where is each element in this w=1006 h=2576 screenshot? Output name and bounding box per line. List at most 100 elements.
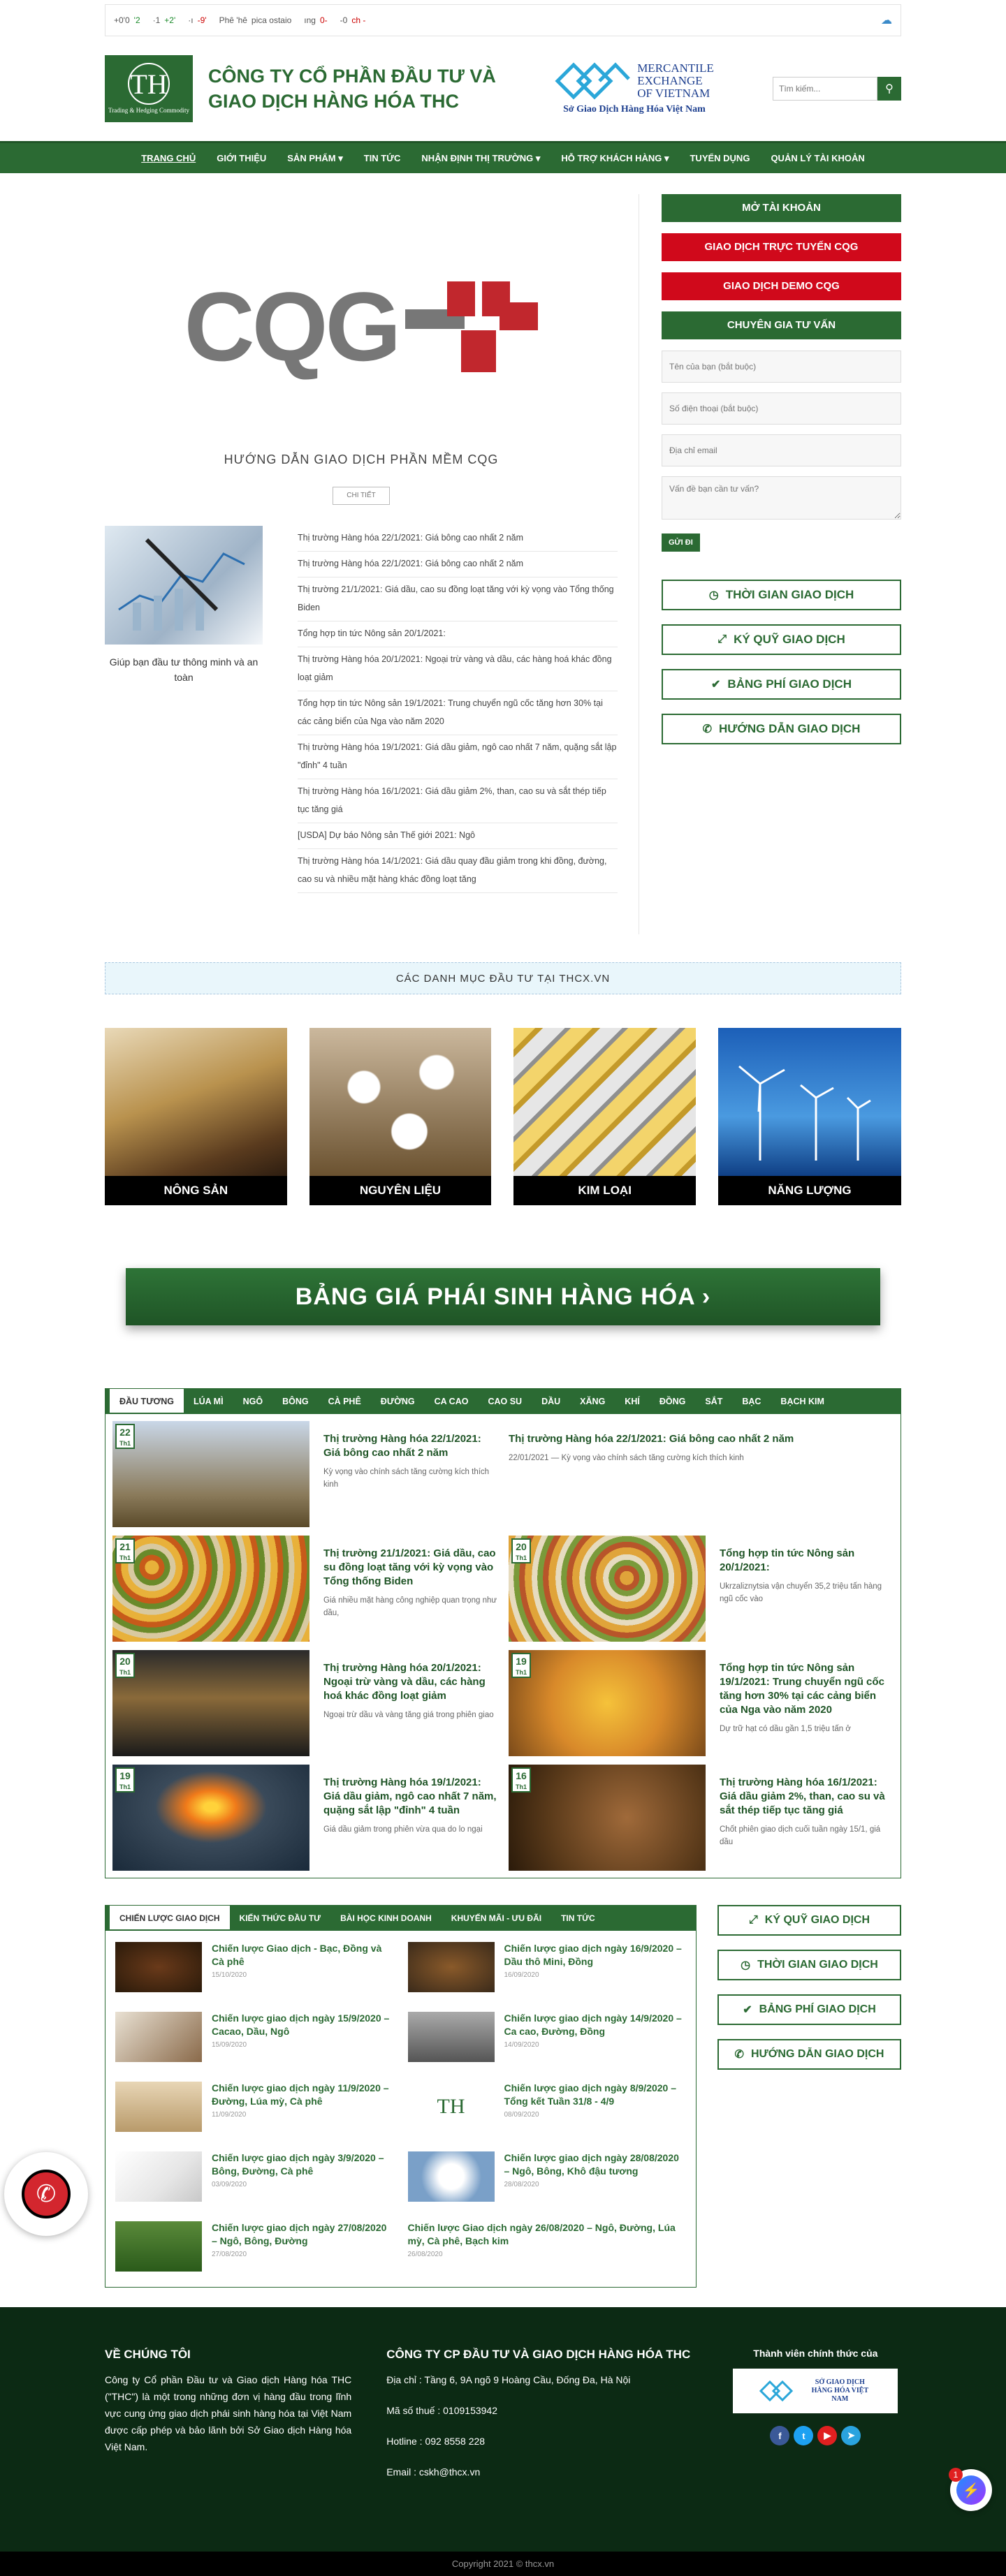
market-post[interactable]: 19 Th1 Thị trường Hàng hóa 19/1/2021: Giá…: [112, 1765, 497, 1871]
tab-cocoa[interactable]: CA CAO: [425, 1389, 479, 1414]
strategy-post[interactable]: Chiến lược giao dịch ngày 11/9/2020 – Đư…: [115, 2082, 394, 2136]
tab-knowledge[interactable]: KIẾN THỨC ĐẦU TƯ: [230, 1906, 331, 1931]
post-title[interactable]: Thị trường Hàng hóa 22/1/2021: Giá bông …: [509, 1432, 794, 1446]
category-materials[interactable]: NGUYÊN LIỆU: [309, 1028, 492, 1205]
strategy-post[interactable]: Chiến lược Giao dịch ngày 26/08/2020 – N…: [408, 2221, 687, 2276]
strategy-post[interactable]: Chiến lược giao dịch ngày 14/9/2020 – Ca…: [407, 2012, 687, 2066]
nav-item-products[interactable]: SẢN PHẨM ▾: [277, 143, 353, 173]
telegram-icon[interactable]: ➤: [841, 2426, 861, 2445]
margin-button[interactable]: ⤢ KÝ QUỸ GIAO DỊCH: [662, 624, 901, 655]
question-field[interactable]: [662, 476, 901, 520]
market-post[interactable]: 20 Th1 Thị trường Hàng hóa 20/1/2021: Ngo…: [112, 1650, 497, 1756]
cqg-banner[interactable]: CQG: [105, 194, 618, 459]
send-button[interactable]: GỬI ĐI: [662, 533, 700, 552]
cloud-icon[interactable]: ☁: [881, 13, 892, 27]
phone-field[interactable]: [662, 392, 901, 425]
nav-item-account[interactable]: QUẢN LÝ TÀI KHOẢN: [760, 143, 875, 173]
facebook-icon[interactable]: f: [770, 2426, 790, 2445]
news-item[interactable]: Thị trường Hàng hóa 14/1/2021: Giá dầu q…: [298, 849, 618, 893]
mxv-partner-logo[interactable]: SỞ GIAO DỊCH HÀNG HÓA VIỆT NAM: [733, 2369, 898, 2413]
strategy-post[interactable]: TH Chiến lược giao dịch ngày 8/9/2020 – T…: [407, 2082, 687, 2136]
market-post[interactable]: Thị trường Hàng hóa 22/1/2021: Giá bông …: [509, 1421, 894, 1527]
tab-oil[interactable]: DẦU: [532, 1389, 570, 1414]
strategy-post[interactable]: Chiến lược giao dịch ngày 27/08/2020 – N…: [115, 2221, 394, 2276]
call-button[interactable]: ✆: [4, 2152, 88, 2236]
youtube-icon[interactable]: ▶: [817, 2426, 838, 2445]
strategy-post[interactable]: Chiến lược giao dịch ngày 28/08/2020 – N…: [407, 2151, 687, 2206]
tab-cotton[interactable]: BÔNG: [272, 1389, 319, 1414]
strategy-post[interactable]: Chiến lược giao dịch ngày 15/9/2020 – Ca…: [115, 2012, 394, 2066]
strategy-post[interactable]: Chiến lược giao dịch ngày 16/9/2020 – Dầ…: [407, 1942, 687, 1996]
featured-image[interactable]: [105, 526, 263, 645]
tab-platinum[interactable]: BẠCH KIM: [771, 1389, 834, 1414]
tab-promotions[interactable]: KHUYẾN MÃI - ƯU ĐÃI: [442, 1906, 551, 1931]
news-item[interactable]: Thị trường Hàng hóa 20/1/2021: Ngoại trừ…: [298, 647, 618, 691]
post-title[interactable]: Tổng hợp tin tức Nông sản 20/1/2021:: [720, 1547, 894, 1575]
twitter-icon[interactable]: t: [794, 2426, 814, 2445]
news-item[interactable]: Tổng hợp tin tức Nông sản 19/1/2021: Tru…: [298, 691, 618, 735]
trade-online-button[interactable]: GIAO DỊCH TRỰC TUYẾN CQG: [662, 233, 901, 261]
news-item[interactable]: Thị trường Hàng hóa 22/1/2021: Giá bông …: [298, 526, 618, 552]
nav-item-support[interactable]: HỖ TRỢ KHÁCH HÀNG ▾: [551, 143, 679, 173]
brand[interactable]: TH Trading & Hedging Commodity CÔNG TY C…: [105, 55, 496, 122]
nav-item-news[interactable]: TIN TỨC: [353, 143, 411, 173]
strategy-post[interactable]: Chiến lược Giao dịch - Bạc, Đồng và Cà p…: [115, 1942, 394, 1996]
open-account-button[interactable]: MỞ TÀI KHOẢN: [662, 194, 901, 222]
news-item[interactable]: Thị trường Hàng hóa 19/1/2021: Giá dầu g…: [298, 735, 618, 779]
market-post[interactable]: 22 Th1 Thị trường Hàng hóa 22/1/2021: Giá…: [112, 1421, 497, 1527]
post-title[interactable]: Thị trường Hàng hóa 20/1/2021: Ngoại trừ…: [323, 1661, 497, 1703]
featured-caption[interactable]: Giúp bạn đầu tư thông minh và an toàn: [105, 654, 263, 685]
news-item[interactable]: Tổng hợp tin tức Nông sản 20/1/2021:: [298, 621, 618, 647]
guide-button[interactable]: ✆ HƯỚNG DẪN GIAO DỊCH: [662, 714, 901, 744]
tab-wheat[interactable]: LÚA MÌ: [184, 1389, 233, 1414]
post-title[interactable]: Thị trường Hàng hóa 16/1/2021: Giá dầu g…: [720, 1776, 894, 1818]
tab-news[interactable]: TIN TỨC: [551, 1906, 605, 1931]
tab-strategy[interactable]: CHIẾN LƯỢC GIAO DỊCH: [110, 1906, 230, 1931]
fee-button-2[interactable]: ✔ BẢNG PHÍ GIAO DỊCH: [717, 1994, 901, 2025]
nav-item-market-analysis[interactable]: NHẬN ĐỊNH THỊ TRƯỜNG ▾: [411, 143, 551, 173]
search-button[interactable]: ⚲: [877, 77, 901, 101]
tab-iron[interactable]: SẮT: [695, 1389, 732, 1414]
fee-button[interactable]: ✔ BẢNG PHÍ GIAO DỊCH: [662, 669, 901, 700]
strategy-post[interactable]: Chiến lược giao dịch ngày 3/9/2020 – Bôn…: [115, 2151, 394, 2206]
tab-copper[interactable]: ĐỒNG: [650, 1389, 696, 1414]
price-board-button[interactable]: BẢNG GIÁ PHÁI SINH HÀNG HÓA ›: [126, 1268, 880, 1325]
post-title[interactable]: Thị trường Hàng hóa 19/1/2021: Giá dầu g…: [323, 1776, 497, 1818]
news-item[interactable]: Thị trường 21/1/2021: Giá dầu, cao su đồ…: [298, 577, 618, 621]
tab-soybean[interactable]: ĐẦU TƯƠNG: [110, 1389, 184, 1414]
guide-button-2[interactable]: ✆ HƯỚNG DẪN GIAO DỊCH: [717, 2039, 901, 2070]
news-item[interactable]: Thị trường Hàng hóa 22/1/2021: Giá bông …: [298, 552, 618, 577]
tab-gasoline[interactable]: XĂNG: [570, 1389, 615, 1414]
tab-corn[interactable]: NGÔ: [233, 1389, 272, 1414]
margin-button-2[interactable]: ⤢ KÝ QUỸ GIAO DỊCH: [717, 1905, 901, 1936]
trading-time-button[interactable]: ◷ THỜI GIAN GIAO DỊCH: [662, 580, 901, 610]
market-post[interactable]: 20 Th1 Tổng hợp tin tức Nông sản 20/1/202…: [509, 1536, 894, 1642]
tab-silver[interactable]: BẠC: [732, 1389, 771, 1414]
thc-logo[interactable]: TH Trading & Hedging Commodity: [105, 55, 193, 122]
nav-item-home[interactable]: TRANG CHỦ: [131, 143, 206, 173]
market-post[interactable]: 19 Th1 Tổng hợp tin tức Nông sản 19/1/202…: [509, 1650, 894, 1756]
trade-demo-button[interactable]: GIAO DỊCH DEMO CQG: [662, 272, 901, 300]
post-title[interactable]: Thị trường Hàng hóa 22/1/2021: Giá bông …: [323, 1432, 497, 1460]
tab-sugar[interactable]: ĐƯỜNG: [371, 1389, 425, 1414]
market-post[interactable]: 21 Th1 Thị trường 21/1/2021: Giá dầu, cao…: [112, 1536, 497, 1642]
search-input[interactable]: [773, 77, 877, 101]
tab-gas[interactable]: KHÍ: [615, 1389, 650, 1414]
messenger-button[interactable]: ⚡ 1: [949, 2468, 992, 2511]
post-title[interactable]: Thị trường 21/1/2021: Giá dầu, cao su đồ…: [323, 1547, 497, 1589]
email-field[interactable]: [662, 434, 901, 466]
news-item[interactable]: [USDA] Dự báo Nông sản Thế giới 2021: Ng…: [298, 823, 618, 849]
name-field[interactable]: [662, 351, 901, 383]
market-post[interactable]: 16 Th1 Thị trường Hàng hóa 16/1/2021: Giá…: [509, 1765, 894, 1871]
category-metals[interactable]: KIM LOẠI: [513, 1028, 697, 1205]
nav-item-about[interactable]: GIỚI THIỆU: [206, 143, 277, 173]
news-item[interactable]: Thị trường Hàng hóa 16/1/2021: Giá dầu g…: [298, 779, 618, 823]
category-energy[interactable]: NĂNG LƯỢNG: [718, 1028, 902, 1205]
category-agri[interactable]: NÔNG SẢN: [105, 1028, 287, 1205]
tab-lessons[interactable]: BÀI HỌC KINH DOANH: [330, 1906, 442, 1931]
tab-coffee[interactable]: CÀ PHÊ: [319, 1389, 371, 1414]
tab-rubber[interactable]: CAO SU: [478, 1389, 532, 1414]
detail-button[interactable]: CHI TIẾT: [333, 487, 390, 505]
featured-post[interactable]: Giúp bạn đầu tư thông minh và an toàn: [105, 526, 263, 893]
nav-item-careers[interactable]: TUYỂN DỤNG: [679, 143, 760, 173]
